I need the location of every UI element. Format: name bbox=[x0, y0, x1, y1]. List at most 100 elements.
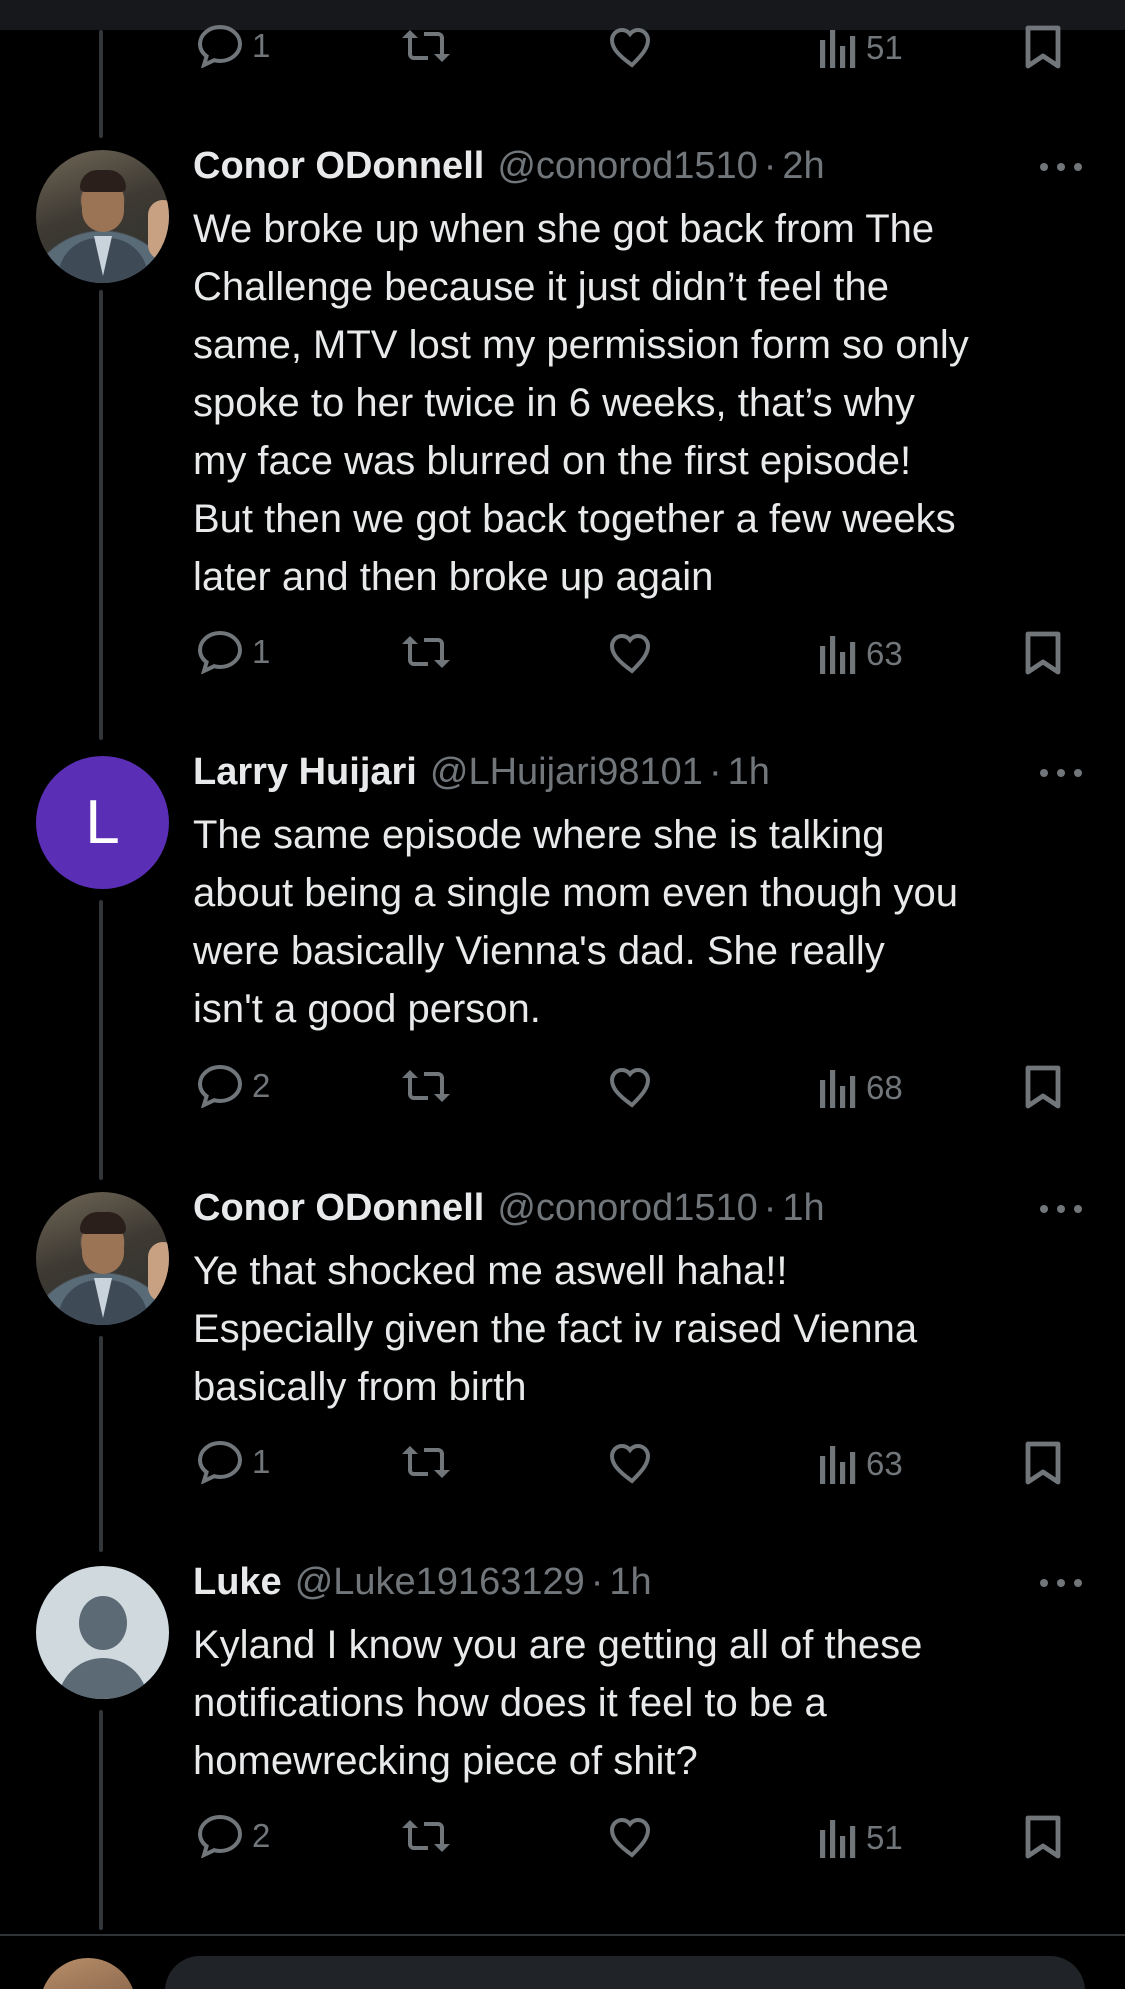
views-icon bbox=[820, 636, 856, 674]
reply-input[interactable] bbox=[165, 1956, 1085, 1989]
retweet-icon bbox=[402, 1070, 450, 1102]
reply-count: 2 bbox=[252, 1067, 271, 1104]
timestamp[interactable]: 1h bbox=[609, 1561, 651, 1604]
like-button[interactable] bbox=[608, 632, 656, 674]
author-name[interactable]: Larry Huijari bbox=[193, 751, 417, 794]
reply-count: 1 bbox=[252, 27, 271, 64]
tweet-header: Larry Huijari @LHuijari98101 · 1h bbox=[193, 751, 770, 801]
views-count: 68 bbox=[866, 1069, 903, 1106]
bookmark-icon bbox=[1025, 1441, 1061, 1485]
bookmark-button[interactable] bbox=[1024, 1814, 1062, 1860]
like-icon bbox=[609, 634, 651, 674]
tweet-header: Luke @Luke19163129 · 1h bbox=[193, 1561, 652, 1611]
avatar[interactable] bbox=[36, 1192, 169, 1325]
like-button[interactable] bbox=[608, 1816, 656, 1858]
views-button[interactable]: 51 bbox=[818, 28, 903, 68]
reply-button[interactable]: 1 bbox=[196, 24, 270, 68]
reply-icon bbox=[197, 24, 243, 68]
like-button[interactable] bbox=[608, 1066, 656, 1108]
avatar-letter: L bbox=[85, 788, 120, 857]
reply-button[interactable]: 2 bbox=[196, 1064, 270, 1108]
author-name[interactable]: Conor ODonnell bbox=[193, 145, 484, 188]
reply-icon bbox=[197, 1064, 243, 1108]
retweet-button[interactable] bbox=[400, 1816, 452, 1856]
thread-line bbox=[99, 30, 103, 138]
reply-button[interactable]: 2 bbox=[196, 1814, 270, 1858]
timestamp[interactable]: 2h bbox=[782, 145, 824, 188]
like-button[interactable] bbox=[608, 26, 656, 68]
bookmark-icon bbox=[1025, 25, 1061, 69]
author-handle[interactable]: @conorod1510 bbox=[497, 1187, 757, 1230]
avatar[interactable]: L bbox=[36, 756, 169, 889]
tweet-text: We broke up when she got back from The C… bbox=[193, 207, 969, 599]
bookmark-button[interactable] bbox=[1024, 1064, 1062, 1110]
tweet-text: Kyland I know you are getting all of the… bbox=[193, 1623, 923, 1783]
reply-button[interactable]: 1 bbox=[196, 1440, 270, 1484]
more-icon[interactable] bbox=[1040, 1579, 1082, 1591]
bookmark-icon bbox=[1025, 1065, 1061, 1109]
views-count: 51 bbox=[866, 29, 903, 66]
retweet-button[interactable] bbox=[400, 1066, 452, 1106]
tweet-text: Ye that shocked me aswell haha!! Especia… bbox=[193, 1249, 918, 1409]
bookmark-button[interactable] bbox=[1024, 630, 1062, 676]
views-button[interactable]: 68 bbox=[818, 1068, 903, 1108]
more-icon[interactable] bbox=[1040, 163, 1082, 175]
author-name[interactable]: Conor ODonnell bbox=[193, 1187, 484, 1230]
author-handle[interactable]: @Luke19163129 bbox=[295, 1561, 585, 1604]
thread-line bbox=[99, 900, 103, 1180]
like-icon bbox=[609, 1444, 651, 1484]
separator: · bbox=[763, 145, 777, 187]
thread-line bbox=[99, 290, 103, 740]
like-icon bbox=[609, 1068, 651, 1108]
tweet-text: The same episode where she is talking ab… bbox=[193, 813, 958, 1031]
like-icon bbox=[609, 28, 651, 68]
retweet-icon bbox=[402, 30, 450, 62]
author-handle[interactable]: @LHuijari98101 bbox=[430, 751, 703, 794]
retweet-button[interactable] bbox=[400, 26, 452, 66]
retweet-icon bbox=[402, 636, 450, 668]
retweet-icon bbox=[402, 1446, 450, 1478]
views-count: 63 bbox=[866, 635, 903, 672]
timestamp[interactable]: 1h bbox=[728, 751, 770, 794]
avatar[interactable] bbox=[36, 1566, 169, 1699]
default-avatar-icon bbox=[79, 1596, 127, 1650]
views-icon bbox=[820, 1070, 856, 1108]
bookmark-button[interactable] bbox=[1024, 1440, 1062, 1486]
more-icon[interactable] bbox=[1040, 1205, 1082, 1217]
bookmark-button[interactable] bbox=[1024, 24, 1062, 70]
author-name[interactable]: Luke bbox=[193, 1561, 282, 1604]
more-icon[interactable] bbox=[1040, 769, 1082, 781]
views-button[interactable]: 63 bbox=[818, 1444, 903, 1484]
like-button[interactable] bbox=[608, 1442, 656, 1484]
tweet-header: Conor ODonnell @conorod1510 · 2h bbox=[193, 145, 825, 195]
thread-line bbox=[99, 1710, 103, 1930]
timestamp[interactable]: 1h bbox=[782, 1187, 824, 1230]
views-icon bbox=[820, 1446, 856, 1484]
views-count: 51 bbox=[866, 1819, 903, 1856]
reply-icon bbox=[197, 1440, 243, 1484]
separator: · bbox=[763, 1187, 777, 1229]
bookmark-icon bbox=[1025, 631, 1061, 675]
views-button[interactable]: 51 bbox=[818, 1818, 903, 1858]
reply-count: 1 bbox=[252, 1443, 271, 1480]
current-user-avatar[interactable] bbox=[40, 1958, 136, 1989]
reply-button[interactable]: 1 bbox=[196, 630, 270, 674]
thread-line bbox=[99, 1336, 103, 1552]
views-icon bbox=[820, 30, 856, 68]
separator: · bbox=[708, 751, 722, 793]
retweet-button[interactable] bbox=[400, 632, 452, 672]
reply-icon bbox=[197, 630, 243, 674]
reply-count: 2 bbox=[252, 1817, 271, 1854]
retweet-button[interactable] bbox=[400, 1442, 452, 1482]
divider bbox=[0, 1934, 1125, 1936]
views-button[interactable]: 63 bbox=[818, 634, 903, 674]
bookmark-icon bbox=[1025, 1815, 1061, 1859]
retweet-icon bbox=[402, 1820, 450, 1852]
reply-count: 1 bbox=[252, 633, 271, 670]
author-handle[interactable]: @conorod1510 bbox=[497, 145, 757, 188]
reply-icon bbox=[197, 1814, 243, 1858]
views-count: 63 bbox=[866, 1445, 903, 1482]
avatar[interactable] bbox=[36, 150, 169, 283]
like-icon bbox=[609, 1818, 651, 1858]
separator: · bbox=[590, 1561, 604, 1603]
